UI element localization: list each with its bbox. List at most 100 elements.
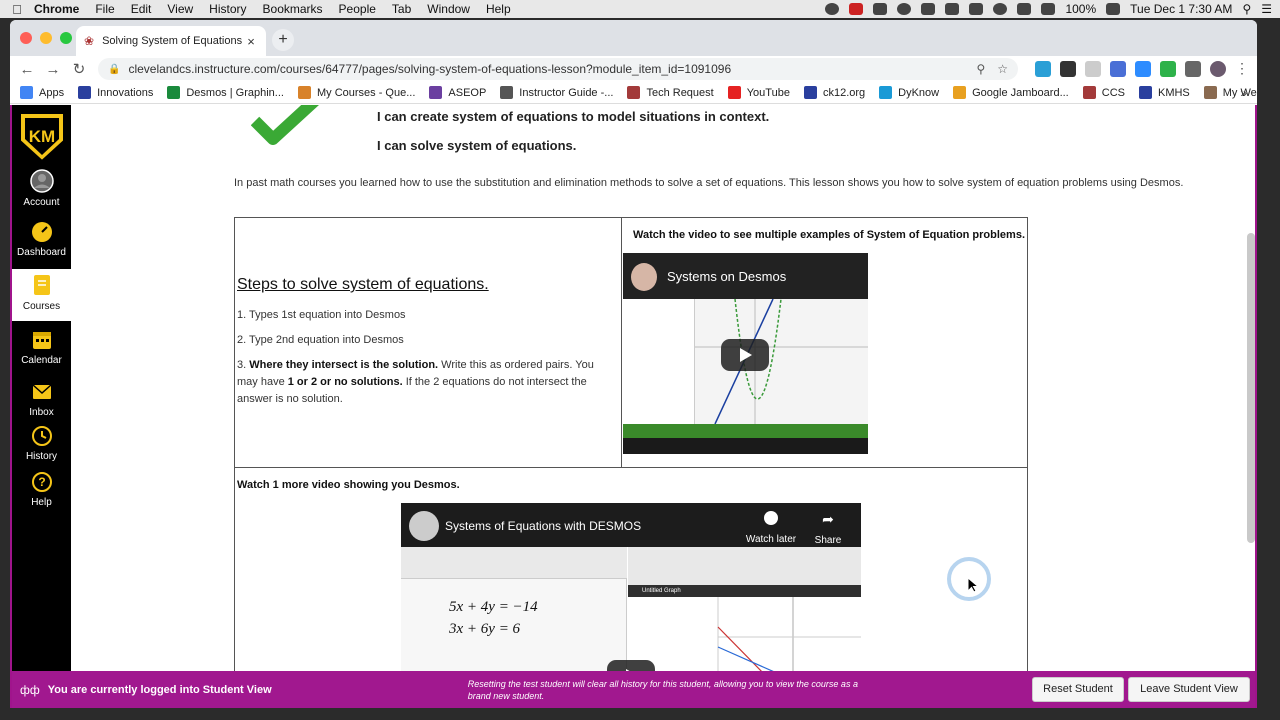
video-1-play-button[interactable] [721, 339, 769, 371]
apple-icon[interactable]:  [0, 2, 34, 17]
bookmark-favicon-icon [78, 86, 92, 99]
battery-icon[interactable] [1106, 3, 1121, 15]
menu-help[interactable]: Help [486, 2, 511, 16]
reset-student-button[interactable]: Reset Student [1032, 677, 1124, 702]
bookmark-item[interactable]: DyKnow [879, 86, 939, 99]
bookmark-label: DyKnow [898, 86, 940, 99]
airplay-icon[interactable] [1017, 3, 1032, 15]
menu-file[interactable]: File [95, 2, 114, 16]
watch-later-button[interactable]: Watch later [735, 511, 807, 547]
page-scrollbar[interactable] [1247, 233, 1255, 543]
bookmark-item[interactable]: Desmos | Graphin... [167, 86, 284, 99]
equation-2: 3x + 6y = 6 [449, 621, 521, 637]
nav-dashboard[interactable]: Dashboard [12, 219, 71, 267]
menu-edit[interactable]: Edit [131, 2, 152, 16]
step-3: 3. Where they intersect is the solution.… [237, 357, 607, 408]
leave-student-view-button[interactable]: Leave Student View [1128, 677, 1250, 702]
chrome-menu-icon[interactable]: ⋮ [1235, 60, 1249, 77]
zoom-extension-icon[interactable] [1135, 60, 1151, 77]
menu-view[interactable]: View [167, 2, 193, 16]
watch-later-label: Watch later [745, 534, 797, 545]
equation-1: 5x + 4y = −14 [449, 599, 538, 615]
close-window-button[interactable] [20, 32, 32, 44]
tray-sync-icon[interactable] [897, 3, 912, 15]
window-controls [20, 32, 72, 44]
volume-icon[interactable] [1041, 3, 1056, 15]
bookmark-favicon-icon [167, 86, 181, 99]
tray-app-icon[interactable] [873, 3, 888, 15]
spotlight-icon[interactable]: ⚲ [1242, 2, 1251, 16]
menu-bookmarks[interactable]: Bookmarks [263, 2, 323, 16]
bookmark-item[interactable]: My Website [1203, 86, 1257, 99]
bookmark-item[interactable]: ASEOP [429, 86, 486, 99]
back-arrow-icon[interactable]: ← [14, 61, 40, 78]
nav-calendar[interactable]: Calendar [12, 327, 71, 373]
school-logo[interactable]: KM [16, 111, 68, 163]
nav-dashboard-label: Dashboard [17, 247, 66, 258]
extension-icon-6[interactable] [1160, 60, 1176, 77]
menubar-app-name[interactable]: Chrome [34, 2, 79, 16]
bookmark-item[interactable]: ck12.org [803, 86, 865, 99]
bookmark-item[interactable]: Innovations [78, 86, 153, 99]
desmos-header: Untitled Graph [628, 585, 861, 597]
battery-percent[interactable]: 100% [1065, 2, 1096, 16]
lock-icon[interactable]: 🔒 [108, 64, 120, 75]
minimize-window-button[interactable] [40, 32, 52, 44]
objective-1: I can create system of equations to mode… [377, 109, 770, 124]
bookmark-favicon-icon [1138, 86, 1152, 99]
nav-history[interactable]: History [12, 423, 71, 469]
menu-tab[interactable]: Tab [392, 2, 411, 16]
bookmark-item[interactable]: Apps [20, 86, 64, 99]
bookmark-item[interactable]: CCS [1082, 86, 1125, 99]
extension-heart-icon[interactable] [849, 3, 864, 15]
bookmark-item[interactable]: YouTube [727, 86, 790, 99]
address-bar[interactable]: 🔒 clevelandcs.instructure.com/courses/64… [98, 58, 1018, 80]
bookmark-label: Innovations [97, 86, 154, 99]
extension-icon-1[interactable] [1035, 60, 1051, 77]
bookmark-star-icon[interactable]: ☆ [997, 62, 1008, 76]
extension-icon-2[interactable] [1060, 60, 1076, 77]
bluetooth-icon[interactable] [969, 3, 984, 15]
flag-icon[interactable] [945, 3, 960, 15]
nav-help[interactable]: ? Help [12, 469, 71, 515]
nav-inbox[interactable]: Inbox [12, 379, 71, 425]
video-player-1[interactable]: Systems on Desmos [623, 253, 868, 454]
bookmark-item[interactable]: Tech Request [627, 86, 714, 99]
nav-courses[interactable]: Courses [12, 269, 71, 321]
menu-window[interactable]: Window [427, 2, 470, 16]
mac-menubar:  Chrome File Edit View History Bookmark… [0, 0, 1280, 18]
video-2-title: Systems of Equations with DESMOS [445, 519, 642, 533]
step-2: 2. Type 2nd equation into Desmos [237, 334, 404, 346]
zoom-window-button[interactable] [60, 32, 72, 44]
profile-avatar[interactable] [1210, 60, 1226, 77]
bookmark-item[interactable]: My Courses - Que... [297, 86, 415, 99]
browser-tab-active[interactable]: ❀ Solving System of Equations Le × [76, 26, 266, 56]
bookmark-item[interactable]: Google Jamboard... [953, 86, 1069, 99]
new-tab-button[interactable]: + [272, 29, 294, 51]
menubar-tray: 100% Tue Dec 1 7:30 AM ⚲ ☰ [825, 0, 1272, 18]
bookmark-label: KMHS [1157, 86, 1190, 99]
url-text: clevelandcs.instructure.com/courses/6477… [128, 62, 732, 76]
share-button[interactable]: ➦ Share [811, 511, 845, 548]
record-icon[interactable] [825, 3, 840, 15]
menu-people[interactable]: People [339, 2, 376, 16]
tray-drive-icon[interactable] [921, 3, 936, 15]
puzzle-icon[interactable] [1185, 60, 1201, 77]
extension-icon-4[interactable] [1110, 60, 1126, 77]
menubar-clock[interactable]: Tue Dec 1 7:30 AM [1130, 2, 1232, 16]
dashboard-icon [31, 222, 52, 242]
search-icon[interactable]: ⚲ [976, 62, 985, 76]
menu-history[interactable]: History [209, 2, 246, 16]
wifi-icon[interactable] [993, 3, 1008, 15]
bookmarks-overflow-icon[interactable]: » [1240, 86, 1247, 100]
forward-arrow-icon[interactable]: → [40, 61, 66, 78]
bookmark-item[interactable]: KMHS [1138, 86, 1190, 99]
reload-icon[interactable]: ↻ [66, 60, 92, 78]
close-tab-icon[interactable]: × [244, 34, 258, 49]
video-2-play-button[interactable] [607, 660, 655, 671]
video-player-2[interactable]: Systems of Equations with DESMOS Watch l… [401, 503, 861, 671]
bookmark-item[interactable]: Instructor Guide -... [500, 86, 613, 99]
extension-icon-3[interactable] [1085, 60, 1101, 77]
nav-account[interactable]: Account [12, 167, 71, 215]
control-center-icon[interactable]: ☰ [1261, 2, 1272, 16]
